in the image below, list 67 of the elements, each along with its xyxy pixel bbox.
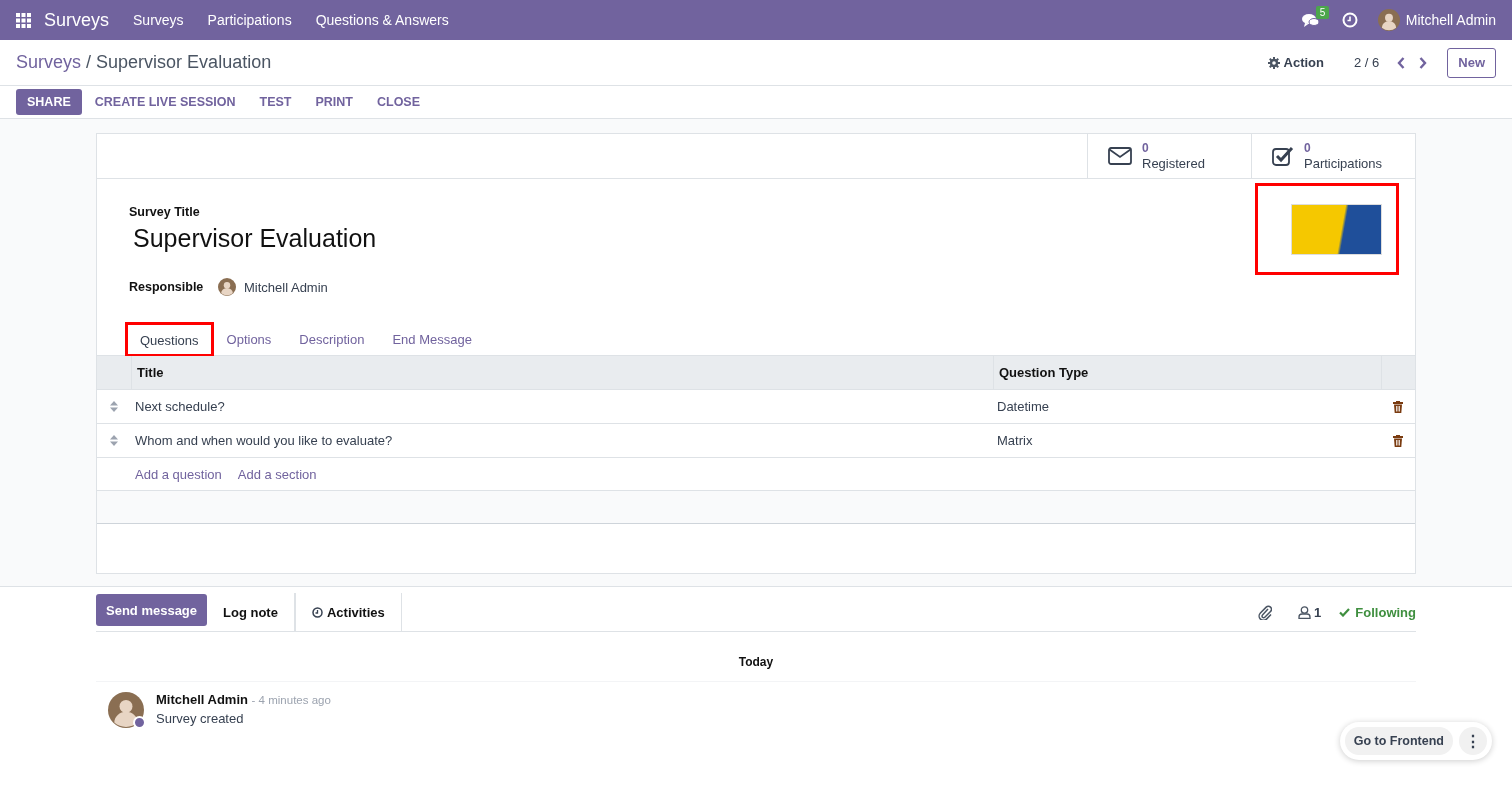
- table-cell-text: Next schedule?: [134, 399, 226, 414]
- message-body: Survey created: [156, 711, 245, 726]
- go-to-frontend-button[interactable]: Go to Frontend: [1344, 727, 1453, 755]
- paperclip-icon[interactable]: [1258, 604, 1273, 620]
- log-note-tab[interactable]: Log note: [207, 593, 295, 631]
- gear-icon: [1267, 56, 1280, 69]
- tab[interactable]: Questions: [126, 323, 213, 356]
- action-button[interactable]: CLOSE: [366, 89, 432, 115]
- table-cell-text: Matrix: [996, 433, 1034, 448]
- tab[interactable]: End Message: [378, 323, 486, 355]
- menu-item[interactable]: Participations: [207, 12, 292, 28]
- messages-icon[interactable]: [1301, 12, 1320, 28]
- message-author[interactable]: Mitchell Admin: [156, 692, 248, 707]
- photo-placeholder[interactable]: [1291, 203, 1382, 255]
- column-header[interactable]: Title: [131, 356, 993, 389]
- follower-icon: [1298, 605, 1312, 619]
- stat-button[interactable]: 0 Participations: [1251, 134, 1415, 178]
- action-button[interactable]: PRINT: [304, 89, 364, 115]
- more-options-button[interactable]: ⋮: [1459, 727, 1487, 755]
- action-button[interactable]: Action: [1267, 55, 1324, 70]
- action-button[interactable]: TEST: [248, 89, 303, 115]
- next-button[interactable]: [1419, 56, 1428, 69]
- column-header[interactable]: Question Type: [993, 356, 1381, 389]
- activities-tab[interactable]: Activities: [311, 604, 385, 620]
- survey-title[interactable]: Supervisor Evaluation: [133, 224, 1255, 253]
- send-message-button[interactable]: Send message: [96, 594, 208, 626]
- table-cell-text: Datetime: [996, 399, 1051, 414]
- check-icon: [1339, 607, 1351, 617]
- drag-handle-icon[interactable]: [110, 401, 118, 412]
- user-avatar: [1377, 9, 1400, 31]
- breadcrumb-link[interactable]: Surveys: [16, 52, 82, 72]
- envelope-icon: [1108, 147, 1132, 165]
- status-dot-icon: [133, 716, 146, 729]
- follower-count[interactable]: 1: [1314, 604, 1322, 620]
- responsible-value[interactable]: Mitchell Admin: [244, 279, 328, 295]
- action-button[interactable]: SHARE: [16, 89, 82, 115]
- previous-button[interactable]: [1397, 56, 1406, 69]
- user-name[interactable]: Mitchell Admin: [1405, 12, 1496, 28]
- breadcrumb-separator: /: [86, 52, 92, 72]
- menu-item[interactable]: Surveys: [133, 12, 184, 28]
- new-button[interactable]: New: [1447, 47, 1496, 78]
- message-time: - 4 minutes ago: [251, 694, 331, 706]
- breadcrumb-current: Supervisor Evaluation: [96, 52, 272, 72]
- add-link[interactable]: Add a section: [237, 466, 317, 482]
- menu-item[interactable]: Questions & Answers: [315, 12, 449, 28]
- field-label: Survey Title: [129, 205, 201, 219]
- action-button[interactable]: CREATE LIVE SESSION: [83, 89, 247, 115]
- add-link[interactable]: Add a question: [135, 466, 222, 482]
- message-count-badge: 5: [1315, 5, 1330, 19]
- clock-icon[interactable]: [1341, 12, 1358, 28]
- clock-icon: [311, 606, 323, 618]
- following-button[interactable]: Following: [1339, 604, 1416, 620]
- user-avatar: [218, 278, 236, 296]
- app-title[interactable]: Surveys: [44, 9, 110, 31]
- stat-button[interactable]: 0 Registered: [1087, 134, 1251, 178]
- trash-icon[interactable]: [1393, 434, 1403, 447]
- pager-value: 2 / 6: [1353, 55, 1380, 70]
- author-avatar: [108, 692, 144, 728]
- tab[interactable]: Options: [212, 323, 286, 355]
- date-separator: Today: [738, 654, 774, 669]
- drag-handle-icon[interactable]: [110, 435, 118, 446]
- trash-icon[interactable]: [1393, 400, 1403, 413]
- field-label: Responsible: [129, 280, 205, 294]
- checkbox-icon: [1272, 146, 1294, 166]
- app-grid-icon[interactable]: [16, 12, 31, 28]
- table-cell-text: Whom and when would you like to evaluate?: [134, 433, 394, 448]
- tab[interactable]: Description: [285, 323, 379, 355]
